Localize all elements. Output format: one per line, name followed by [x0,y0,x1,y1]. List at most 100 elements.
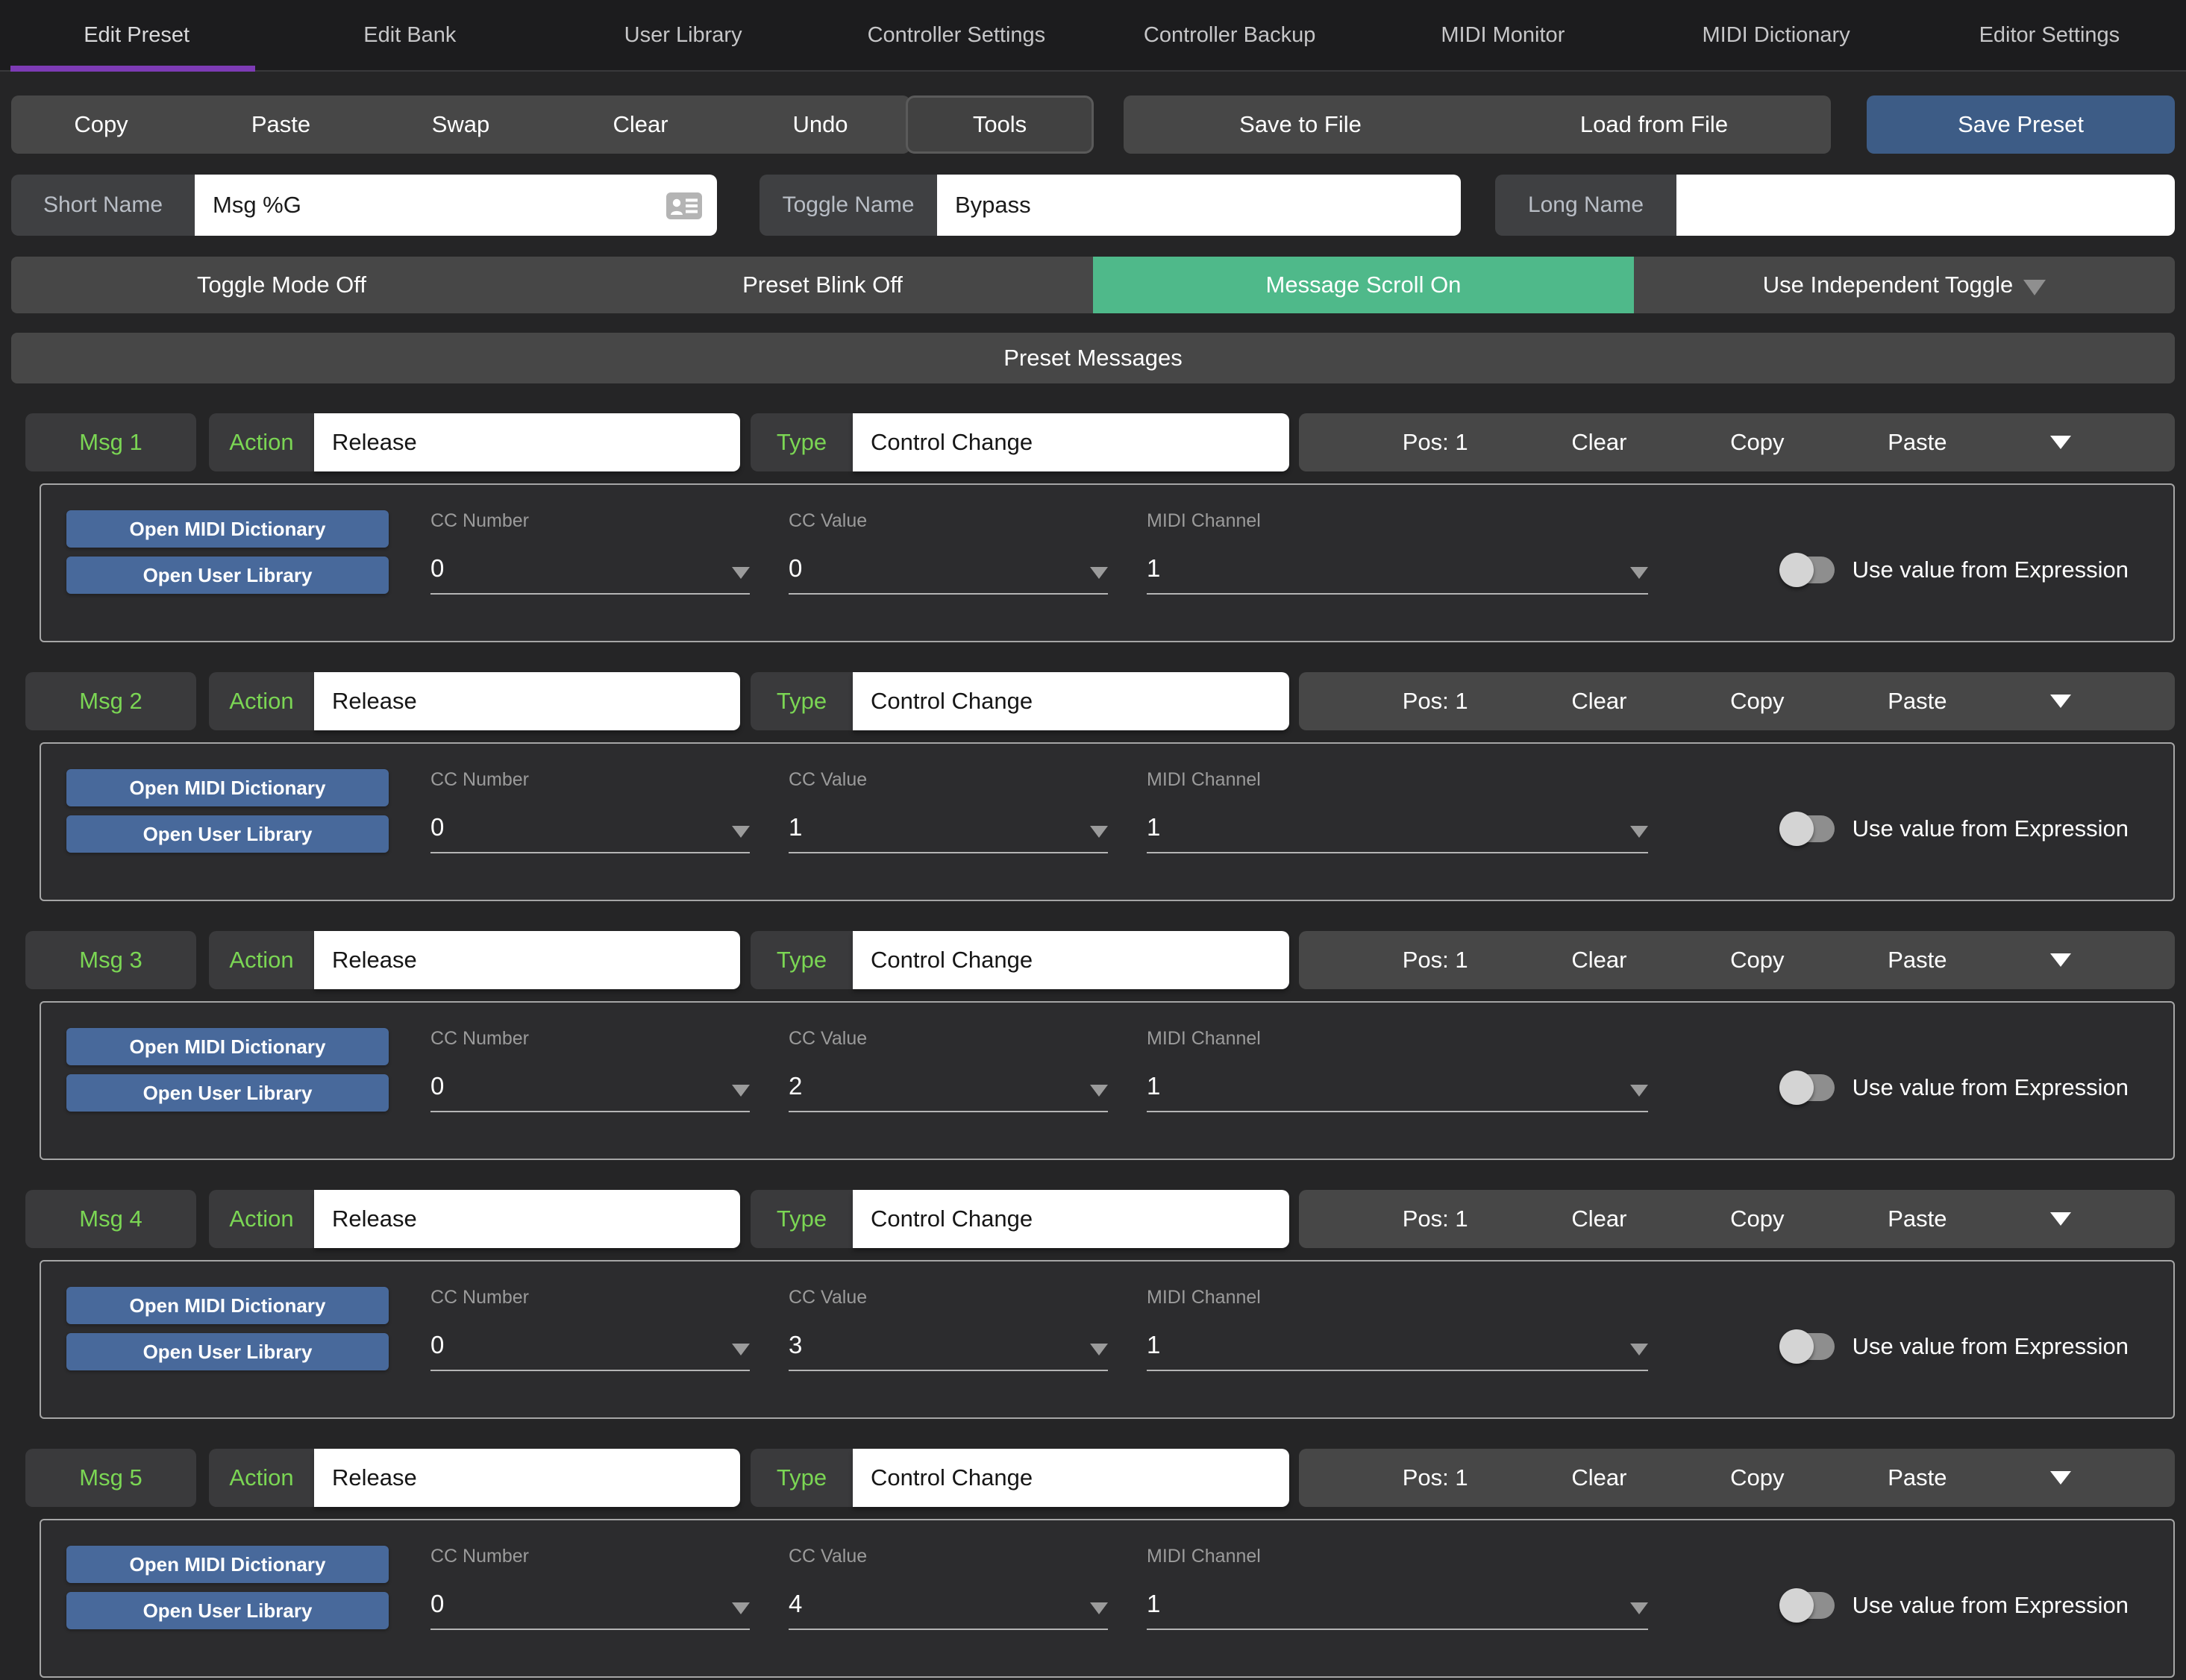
cc-number-select[interactable]: 0 [430,554,750,595]
short-name-input[interactable] [195,175,717,236]
open-user-library-button[interactable]: Open User Library [66,1333,389,1370]
message-clear-button[interactable]: Clear [1571,1464,1626,1491]
message-paste-button[interactable]: Paste [1888,1206,1947,1232]
message-copy-button[interactable]: Copy [1730,947,1784,974]
mode-segment-label: Message Scroll On [1266,272,1462,298]
mode-segment-button[interactable]: Use Independent Toggle [1634,257,2175,313]
mode-segment-button[interactable]: Toggle Mode Off [11,257,552,313]
expression-toggle-switch[interactable] [1782,1592,1835,1619]
nav-tab[interactable]: Edit Bank [273,0,546,70]
message-paste-button[interactable]: Paste [1888,429,1947,456]
midi-channel-select[interactable]: 1 [1147,1072,1648,1112]
midi-channel-select[interactable]: 1 [1147,1331,1648,1371]
message-position: Pos: 1 [1403,1206,1468,1232]
type-input[interactable] [853,672,1289,730]
expression-toggle-switch[interactable] [1782,1333,1835,1360]
nav-tab[interactable]: Edit Preset [0,0,273,70]
message-clear-button[interactable]: Clear [1571,688,1626,715]
cc-number-field: CC Number 0 [430,769,750,900]
action-input[interactable] [314,931,740,989]
toggle-name-input[interactable] [937,175,1461,236]
long-name-input[interactable] [1676,175,2175,236]
expression-toggle-switch[interactable] [1782,557,1835,583]
chevron-down-icon[interactable] [2050,436,2071,449]
message-header: Msg 4 Action Type Pos: 1 Clear Copy Past… [11,1190,2175,1248]
message-paste-button[interactable]: Paste [1888,947,1947,974]
tools-button[interactable]: Tools [906,95,1094,154]
message-section: Msg 5 Action Type Pos: 1 Clear Copy Past… [11,1449,2175,1678]
cc-value-field: CC Value 2 [789,1028,1108,1159]
open-user-library-button[interactable]: Open User Library [66,1592,389,1629]
message-copy-button[interactable]: Copy [1730,1464,1784,1491]
action-input[interactable] [314,413,740,471]
cc-value-select[interactable]: 3 [789,1331,1108,1371]
mode-segment-button[interactable]: Preset Blink Off [552,257,1093,313]
edit-toolbar-button[interactable]: Clear [551,95,730,154]
message-number-button[interactable]: Msg 1 [25,413,196,471]
cc-number-select[interactable]: 0 [430,1590,750,1630]
message-clear-button[interactable]: Clear [1571,429,1626,456]
chevron-down-icon[interactable] [2050,695,2071,708]
nav-tab[interactable]: MIDI Monitor [1366,0,1639,70]
file-toolbar-button[interactable]: Load from File [1477,95,1831,154]
edit-toolbar-button[interactable]: Paste [191,95,371,154]
message-copy-button[interactable]: Copy [1730,429,1784,456]
cc-number-select[interactable]: 0 [430,1072,750,1112]
message-copy-button[interactable]: Copy [1730,1206,1784,1232]
open-midi-dictionary-button[interactable]: Open MIDI Dictionary [66,1287,389,1324]
nav-tab[interactable]: Controller Backup [1093,0,1366,70]
edit-toolbar-button[interactable]: Copy [11,95,191,154]
midi-channel-select[interactable]: 1 [1147,813,1648,853]
cc-value-select[interactable]: 4 [789,1590,1108,1630]
open-user-library-button[interactable]: Open User Library [66,557,389,594]
action-input[interactable] [314,1190,740,1248]
cc-value-select[interactable]: 2 [789,1072,1108,1112]
open-user-library-button[interactable]: Open User Library [66,1074,389,1112]
open-midi-dictionary-button[interactable]: Open MIDI Dictionary [66,1028,389,1065]
chevron-down-icon[interactable] [2050,953,2071,967]
save-preset-button[interactable]: Save Preset [1867,95,2175,154]
message-paste-button[interactable]: Paste [1888,1464,1947,1491]
message-body-panel: Open MIDI Dictionary Open User Library C… [40,1001,2175,1160]
file-toolbar-button[interactable]: Save to File [1124,95,1477,154]
midi-channel-select[interactable]: 1 [1147,1590,1648,1630]
cc-number-select[interactable]: 0 [430,813,750,853]
expression-toggle-label: Use value from Expression [1853,1074,2129,1101]
nav-tab[interactable]: Editor Settings [1913,0,2186,70]
message-number-button[interactable]: Msg 5 [25,1449,196,1507]
open-user-library-button[interactable]: Open User Library [66,815,389,853]
cc-number-select[interactable]: 0 [430,1331,750,1371]
midi-channel-select[interactable]: 1 [1147,554,1648,595]
expression-toggle-switch[interactable] [1782,1074,1835,1101]
edit-toolbar-button[interactable]: Undo [730,95,910,154]
midi-channel-field: MIDI Channel 1 [1147,510,1648,641]
message-clear-button[interactable]: Clear [1571,1206,1626,1232]
message-copy-button[interactable]: Copy [1730,688,1784,715]
message-clear-button[interactable]: Clear [1571,947,1626,974]
cc-value-select[interactable]: 0 [789,554,1108,595]
type-input[interactable] [853,1190,1289,1248]
dropdown-caret-icon [732,1085,750,1097]
expression-toggle-label: Use value from Expression [1853,1592,2129,1619]
type-input[interactable] [853,1449,1289,1507]
open-midi-dictionary-button[interactable]: Open MIDI Dictionary [66,510,389,548]
message-paste-button[interactable]: Paste [1888,688,1947,715]
message-number-button[interactable]: Msg 4 [25,1190,196,1248]
open-midi-dictionary-button[interactable]: Open MIDI Dictionary [66,769,389,806]
expression-toggle-switch[interactable] [1782,815,1835,842]
nav-tab[interactable]: User Library [547,0,820,70]
action-input[interactable] [314,1449,740,1507]
type-input[interactable] [853,413,1289,471]
mode-segment-button[interactable]: Message Scroll On [1093,257,1634,313]
chevron-down-icon[interactable] [2050,1212,2071,1226]
action-input[interactable] [314,672,740,730]
nav-tab[interactable]: MIDI Dictionary [1640,0,1913,70]
message-number-button[interactable]: Msg 2 [25,672,196,730]
message-number-button[interactable]: Msg 3 [25,931,196,989]
cc-value-select[interactable]: 1 [789,813,1108,853]
nav-tab[interactable]: Controller Settings [820,0,1093,70]
open-midi-dictionary-button[interactable]: Open MIDI Dictionary [66,1546,389,1583]
edit-toolbar-button[interactable]: Swap [371,95,551,154]
type-input[interactable] [853,931,1289,989]
chevron-down-icon[interactable] [2050,1471,2071,1485]
